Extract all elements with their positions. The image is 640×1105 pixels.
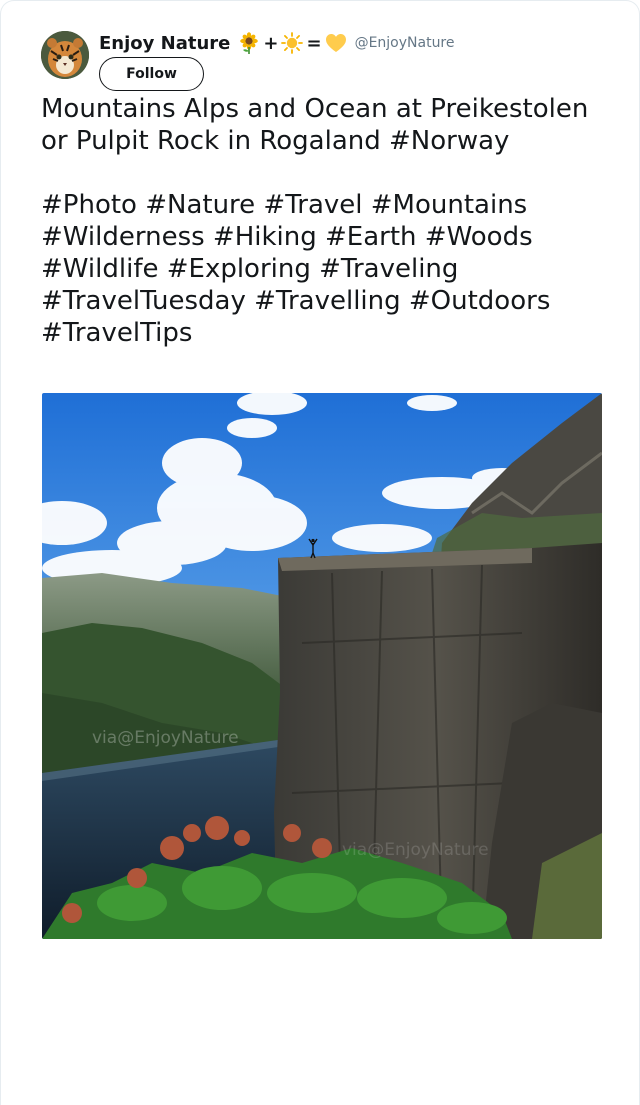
sun-icon [281,32,304,54]
tiger-avatar-icon [41,31,89,79]
user-header: Enjoy Nature + = @EnjoyNature [99,29,455,57]
tweet-title-line: Mountains Alps and Ocean at Preikestolen… [41,94,589,156]
tweet-card: Enjoy Nature + = @EnjoyNature Follow Mou… [0,0,640,1105]
follow-button[interactable]: Follow [99,57,204,91]
name-emoji-sequence: + = [238,32,346,54]
tweet-text: Mountains Alps and Ocean at Preikestolen… [41,93,601,349]
pulpit-rock-photo: via@EnjoyNature via@EnjoyNature [42,393,602,939]
user-handle[interactable]: @EnjoyNature [355,35,455,51]
display-name[interactable]: Enjoy Nature [99,33,230,54]
sunflower-icon [240,32,259,54]
tweet-hashtags[interactable]: #Photo #Nature #Travel #Mountains #Wilde… [41,189,601,349]
equals-sign: = [306,32,322,54]
yellow-heart-icon [325,34,346,52]
plus-sign: + [263,32,279,54]
photo-watermark-1: via@EnjoyNature [92,728,239,748]
tweet-photo[interactable]: via@EnjoyNature via@EnjoyNature [42,393,602,939]
photo-watermark-2: via@EnjoyNature [342,840,489,860]
avatar[interactable] [41,31,89,79]
